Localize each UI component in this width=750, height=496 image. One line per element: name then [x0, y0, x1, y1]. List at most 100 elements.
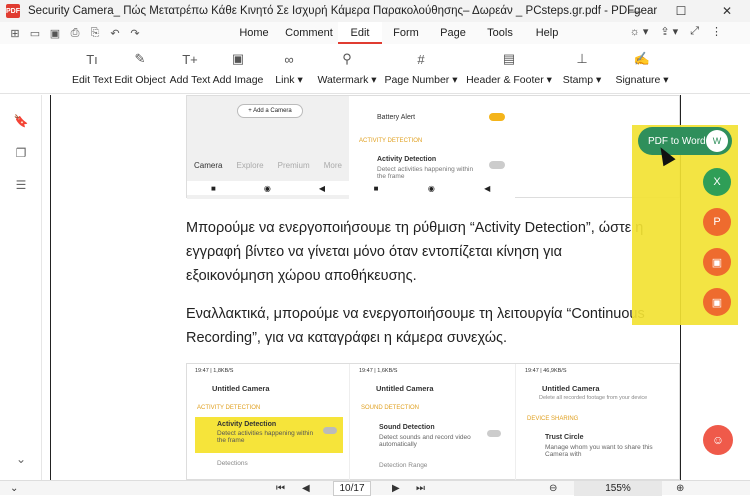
redo-icon[interactable]: ↷: [128, 26, 142, 40]
zoom-out-button[interactable]: ⊖: [549, 481, 557, 496]
pdfgear-logo-icon: PDF: [6, 4, 20, 18]
link-tool[interactable]: ∞ Link ▾: [272, 50, 306, 87]
title-bar: PDF Security Camera_ Πώς Μετατρέπω Κάθε …: [0, 0, 750, 22]
share-icon[interactable]: ⇪ ▾: [660, 25, 678, 38]
new-file-icon[interactable]: ⊞: [8, 26, 22, 40]
screen-2-item-title: Sound Detection: [379, 424, 435, 431]
save-icon[interactable]: ▣: [48, 26, 62, 40]
top-app-screenshot: + Add a Camera Camera Explore Premium Mo…: [186, 95, 680, 199]
battery-alert-toggle: [489, 113, 505, 121]
screen-3-section: DEVICE SHARING: [527, 416, 579, 422]
activity-section-header: ACTIVITY DETECTION: [359, 138, 423, 144]
zoom-in-button[interactable]: ⊕: [676, 481, 684, 496]
nav-explore-label: Explore: [236, 160, 264, 170]
undo-icon[interactable]: ↶: [108, 26, 122, 40]
status-bar-1: 19:47 | 1,8KB/S: [195, 368, 234, 374]
header-footer-tool[interactable]: ▤ Header & Footer ▾: [466, 50, 552, 86]
watermark-icon: ⚲: [342, 51, 352, 66]
maximize-button[interactable]: ☐: [658, 0, 704, 22]
edit-text-icon: Tı: [86, 51, 98, 67]
pdf-to-image-2-button[interactable]: ▣: [703, 288, 731, 316]
bookmark-icon[interactable]: 🔖: [13, 113, 29, 129]
collapse-sidebar-icon[interactable]: ⌄: [13, 451, 29, 467]
watermark-tool[interactable]: ⚲ Watermark ▾: [317, 50, 376, 86]
settings-screen-1: 19:47 | 1,8KB/S Untitled Camera ACTIVITY…: [187, 364, 350, 480]
edit-text-tool[interactable]: Tı Edit Text: [72, 50, 112, 87]
screen-3-title: Untitled Camera: [542, 384, 600, 393]
paragraph-activity-detection: Μπορούμε να ενεργοποιήσουμε τη ρύθμιση “…: [186, 220, 644, 284]
settings-screen-3: 19:47 | 46,9KB/S Untitled Camera Delete …: [517, 364, 681, 480]
screen-1-toggle: [323, 427, 337, 434]
fullscreen-icon[interactable]: ⤢: [690, 25, 699, 38]
theme-icon[interactable]: ☼ ▾: [630, 25, 649, 38]
nav-more-label: More: [323, 160, 342, 170]
status-bar-3: 19:47 | 46,9KB/S: [525, 368, 567, 374]
screen-2-toggle: [487, 430, 501, 437]
comments-icon[interactable]: ☰: [13, 177, 29, 193]
header-footer-icon: ▤: [502, 51, 516, 66]
more-icon[interactable]: ⋮: [711, 25, 722, 38]
tab-edit[interactable]: Edit: [338, 22, 382, 44]
stamp-tool[interactable]: ⊥ Stamp ▾: [562, 50, 602, 86]
add-image-tool[interactable]: ▣ Add Image: [213, 50, 264, 86]
page-number-field[interactable]: 10/17: [333, 481, 371, 496]
pdf-to-ppt-button[interactable]: P: [703, 208, 731, 236]
screen-2-title: Untitled Camera: [376, 384, 434, 393]
bottom-app-screenshot: 19:47 | 1,8KB/S Untitled Camera ACTIVITY…: [186, 363, 680, 480]
screen-1-item-title: Activity Detection: [217, 421, 277, 428]
paragraph-continuous-recording: Εναλλακτικά, μπορούμε να ενεργοποιήσουμε…: [186, 306, 645, 346]
word-icon: W: [706, 130, 728, 152]
battery-alert-label: Battery Alert: [377, 114, 416, 121]
activity-toggle: [489, 161, 505, 169]
status-bar-2: 19:47 | 1,6KB/S: [359, 368, 398, 374]
phone-screen-2: Battery Alert ACTIVITY DETECTION Activit…: [349, 96, 515, 199]
screen-2-section: SOUND DETECTION: [361, 405, 420, 411]
screen-2-next-item: Detection Range: [379, 462, 428, 469]
tab-page[interactable]: Page: [430, 22, 476, 44]
copy-icon[interactable]: ⎘: [88, 26, 102, 40]
screen-1-highlight: Activity Detection Detect activities hap…: [195, 417, 343, 453]
tab-form[interactable]: Form: [382, 22, 430, 44]
add-image-icon: ▣: [231, 51, 245, 66]
screen-1-title: Untitled Camera: [212, 384, 270, 393]
thumbnails-icon[interactable]: ❐: [13, 145, 29, 161]
android-nav-bar: ■ ◉ ◀: [187, 181, 349, 195]
activity-detection-title: Activity Detection: [377, 156, 437, 163]
pdf-to-word-button[interactable]: PDF to Word W: [638, 127, 732, 155]
close-button[interactable]: ✕: [704, 0, 750, 22]
next-page-button[interactable]: ▶: [392, 481, 400, 496]
screen-1-item-desc: Detect activities happening within the f…: [217, 430, 314, 444]
nav-premium-label: Premium: [277, 160, 310, 170]
add-text-icon: T+: [182, 51, 198, 67]
phone-screen-1: + Add a Camera Camera Explore Premium Mo…: [187, 96, 349, 199]
phone-bottom-nav: Camera Explore Premium More: [187, 158, 349, 172]
tab-tools[interactable]: Tools: [476, 22, 524, 44]
screen-3-item-desc: Manage whom you want to share this Camer…: [545, 444, 653, 458]
android-nav-bar-2: ■ ◉ ◀: [373, 183, 491, 193]
print-icon[interactable]: ⎙: [68, 26, 82, 40]
page-number-tool[interactable]: # Page Number ▾: [385, 50, 458, 87]
ai-assistant-icon[interactable]: ☺: [703, 425, 733, 455]
zoom-level[interactable]: 155%: [574, 481, 662, 496]
screen-3-item-title: Trust Circle: [545, 434, 584, 441]
first-page-button[interactable]: ⏮: [276, 481, 285, 496]
edit-object-tool[interactable]: ✎ Edit Object: [114, 50, 165, 86]
tab-comment[interactable]: Comment: [280, 22, 338, 44]
link-icon: ∞: [284, 51, 294, 67]
page-number-icon: #: [417, 51, 425, 67]
menu-tabs: Home Comment Edit Form Page Tools Help: [228, 22, 570, 44]
edit-object-icon: ✎: [134, 51, 146, 66]
open-file-icon[interactable]: ▭: [28, 26, 42, 40]
tab-help[interactable]: Help: [524, 22, 570, 44]
tab-home[interactable]: Home: [228, 22, 280, 44]
prev-page-button[interactable]: ◀: [302, 481, 310, 496]
last-page-button[interactable]: ⏭: [416, 481, 425, 496]
collapse-icon[interactable]: ⌄: [10, 481, 18, 496]
add-text-tool[interactable]: T+ Add Text: [170, 50, 211, 87]
pdf-to-image-button[interactable]: ▣: [703, 248, 731, 276]
activity-detection-desc: Detect activities happening within the f…: [377, 166, 474, 180]
minimize-button[interactable]: —: [612, 0, 658, 22]
signature-tool[interactable]: ✍ Signature ▾: [615, 50, 668, 86]
pdf-to-excel-button[interactable]: X: [703, 168, 731, 196]
screen-1-section: ACTIVITY DETECTION: [197, 405, 261, 411]
